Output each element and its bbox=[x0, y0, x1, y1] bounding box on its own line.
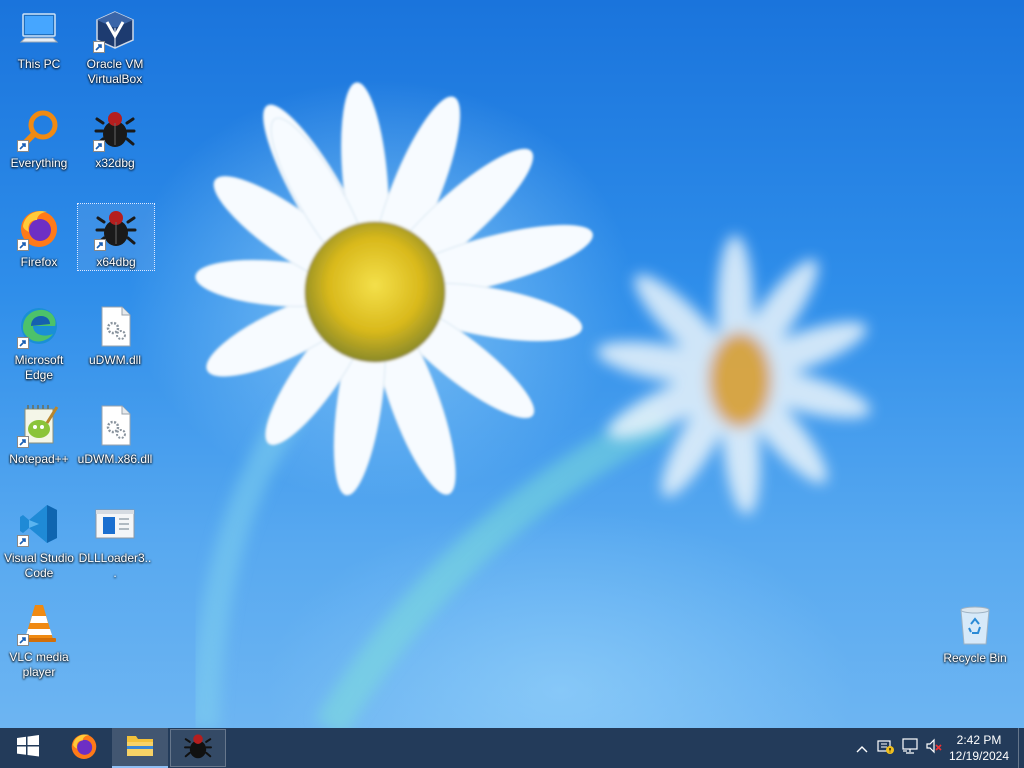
desktop-icon-label: DLLLoader3... bbox=[78, 551, 152, 580]
firefox-icon bbox=[15, 204, 63, 252]
vlc-cone-icon bbox=[15, 599, 63, 647]
computer-icon bbox=[15, 6, 63, 54]
desktop-icon-label: x64dbg bbox=[96, 255, 136, 269]
desktop-icon-virtualbox[interactable]: Oracle VM VirtualBox bbox=[77, 6, 153, 87]
clock-date: 12/19/2024 bbox=[948, 749, 1010, 763]
desktop-icon-label: This PC bbox=[17, 57, 61, 71]
folder-icon bbox=[125, 732, 155, 762]
desktop-icon-udwm-x86-dll[interactable]: uDWM.x86.dll bbox=[77, 401, 153, 467]
network-icon bbox=[901, 737, 919, 759]
desktop-icon-label: Microsoft Edge bbox=[14, 353, 64, 382]
desktop-icon-dllloader[interactable]: DLLLoader3... bbox=[77, 500, 153, 581]
volume-tray-button[interactable] bbox=[922, 728, 946, 768]
clock-time: 2:42 PM bbox=[956, 733, 1002, 747]
desktop-icon-label: x32dbg bbox=[95, 156, 135, 170]
taskbar: 2:42 PM 12/19/2024 bbox=[0, 728, 1024, 768]
desktop-icon-label: Firefox bbox=[20, 255, 58, 269]
shortcut-arrow-icon bbox=[17, 634, 29, 646]
shortcut-arrow-icon bbox=[94, 239, 106, 251]
desktop-icon-notepadpp[interactable]: Notepad++ bbox=[1, 401, 77, 467]
network-tray-button[interactable] bbox=[898, 728, 922, 768]
dll-file-icon bbox=[91, 302, 139, 350]
start-button[interactable] bbox=[0, 728, 56, 768]
bug-icon bbox=[92, 204, 140, 252]
virtualbox-icon bbox=[91, 6, 139, 54]
shortcut-arrow-icon bbox=[17, 140, 29, 152]
shortcut-arrow-icon bbox=[17, 337, 29, 349]
desktop-icon-label: uDWM.dll bbox=[88, 353, 141, 367]
firefox-icon bbox=[69, 731, 99, 765]
bug-icon bbox=[91, 105, 139, 153]
desktop-icon-everything[interactable]: Everything bbox=[1, 105, 77, 171]
shortcut-arrow-icon bbox=[17, 535, 29, 547]
desktop-icon-label: VLC media player bbox=[9, 650, 69, 679]
taskbar-firefox-button[interactable] bbox=[56, 728, 112, 768]
show-hidden-icons-button[interactable] bbox=[850, 728, 874, 768]
recycle-bin-icon bbox=[951, 600, 999, 648]
desktop-icon-vscode[interactable]: Visual Studio Code bbox=[1, 500, 77, 581]
show-desktop-button[interactable] bbox=[1018, 728, 1024, 768]
magnifier-icon bbox=[15, 105, 63, 153]
desktop-icon-label: Visual Studio Code bbox=[4, 551, 74, 580]
system-tray: 2:42 PM 12/19/2024 bbox=[850, 728, 1024, 768]
taskbar-clock[interactable]: 2:42 PM 12/19/2024 bbox=[946, 728, 1012, 768]
desktop-icon-label: Recycle Bin bbox=[943, 651, 1007, 665]
taskbar-x64dbg-button[interactable] bbox=[170, 729, 226, 767]
desktop-icon-x32dbg[interactable]: x32dbg bbox=[77, 105, 153, 171]
security-tray-button[interactable] bbox=[874, 728, 898, 768]
taskbar-file-explorer-button[interactable] bbox=[112, 728, 168, 768]
dll-file-icon bbox=[91, 401, 139, 449]
desktop-icon-firefox[interactable]: Firefox bbox=[1, 204, 77, 270]
vscode-icon bbox=[15, 500, 63, 548]
desktop-icon-vlc[interactable]: VLC media player bbox=[1, 599, 77, 680]
desktop-icon-label: Oracle VM VirtualBox bbox=[86, 57, 144, 86]
notepadpp-icon bbox=[15, 401, 63, 449]
desktop-icon-udwm-dll[interactable]: uDWM.dll bbox=[77, 302, 153, 368]
chevron-up-icon bbox=[855, 739, 869, 758]
security-icon bbox=[877, 737, 895, 759]
shortcut-arrow-icon bbox=[17, 239, 29, 251]
bug-icon bbox=[183, 731, 213, 765]
shortcut-arrow-icon bbox=[17, 436, 29, 448]
desktop-wallpaper bbox=[0, 0, 1024, 728]
windows-logo-icon bbox=[16, 734, 40, 762]
app-window-icon bbox=[91, 500, 139, 548]
desktop-icon-this-pc[interactable]: This PC bbox=[1, 6, 77, 72]
desktop-icon-label: Everything bbox=[10, 156, 68, 170]
edge-icon bbox=[15, 302, 63, 350]
desktop-icon-x64dbg[interactable]: x64dbg bbox=[77, 203, 155, 271]
desktop-icon-label: uDWM.x86.dll bbox=[77, 452, 153, 466]
volume-muted-icon bbox=[925, 737, 943, 759]
desktop-icon-edge[interactable]: Microsoft Edge bbox=[1, 302, 77, 383]
shortcut-arrow-icon bbox=[93, 140, 105, 152]
desktop-icon-recycle-bin[interactable]: Recycle Bin bbox=[937, 600, 1013, 666]
desktop-icon-label: Notepad++ bbox=[9, 452, 69, 466]
shortcut-arrow-icon bbox=[93, 41, 105, 53]
